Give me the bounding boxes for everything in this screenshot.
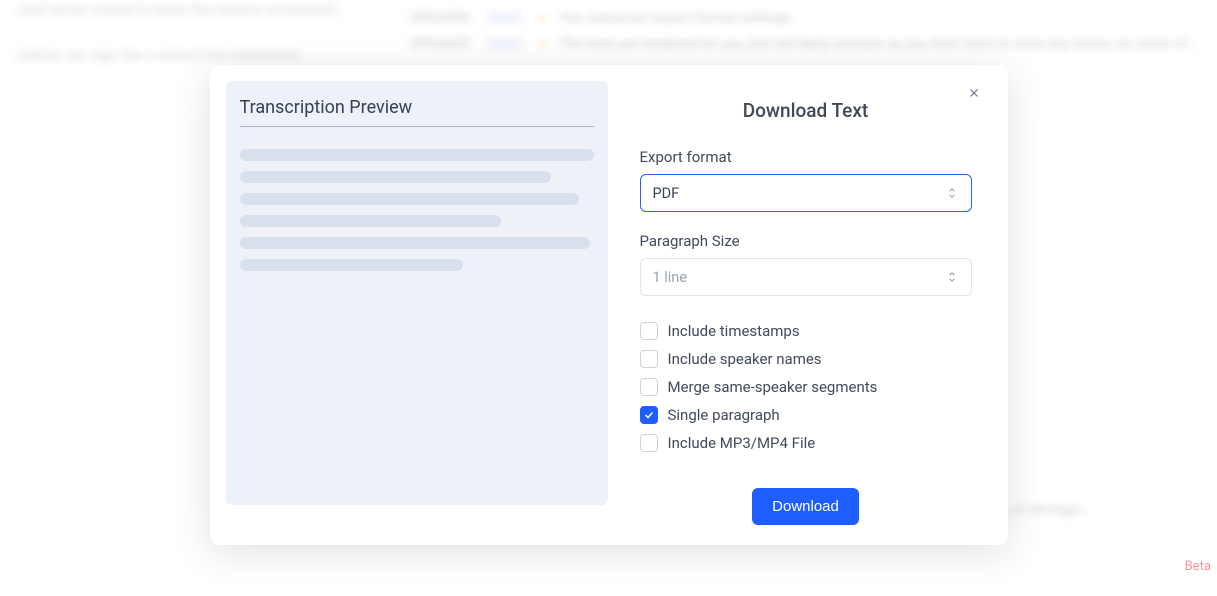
export-format-select[interactable]: PDF — [640, 174, 972, 212]
option-label: Include timestamps — [668, 322, 800, 340]
paragraph-size-select[interactable]: 1 line — [640, 258, 972, 296]
skeleton-line — [240, 237, 590, 249]
export-format-value: PDF — [653, 185, 680, 202]
option-speakers[interactable]: Include speaker names — [640, 350, 972, 368]
option-label: Merge same-speaker segments — [668, 378, 878, 396]
form-panel: Download Text Export format PDF Paragrap… — [608, 81, 992, 529]
option-label: Single paragraph — [668, 406, 780, 424]
skeleton-line — [240, 149, 594, 161]
option-label: Include speaker names — [668, 350, 822, 368]
option-media[interactable]: Include MP3/MP4 File — [640, 434, 972, 452]
chevron-updown-icon — [945, 186, 959, 200]
close-icon — [967, 86, 981, 100]
skeleton-line — [240, 193, 580, 205]
options-list: Include timestamps Include speaker names M… — [640, 322, 972, 452]
checkbox-single[interactable] — [640, 406, 658, 424]
modal-title: Download Text — [640, 99, 972, 122]
option-timestamps[interactable]: Include timestamps — [640, 322, 972, 340]
skeleton-line — [240, 215, 502, 227]
option-merge[interactable]: Merge same-speaker segments — [640, 378, 972, 396]
download-button[interactable]: Download — [752, 488, 859, 525]
modal-overlay: Transcription Preview Download Text Expo… — [0, 0, 1217, 596]
check-icon — [643, 409, 655, 421]
export-format-label: Export format — [640, 148, 972, 166]
option-label: Include MP3/MP4 File — [668, 434, 816, 452]
checkbox-speakers[interactable] — [640, 350, 658, 368]
option-single[interactable]: Single paragraph — [640, 406, 972, 424]
preview-title: Transcription Preview — [240, 97, 594, 127]
skeleton-line — [240, 171, 552, 183]
paragraph-size-label: Paragraph Size — [640, 232, 972, 250]
checkbox-merge[interactable] — [640, 378, 658, 396]
paragraph-size-value: 1 line — [653, 269, 688, 286]
download-modal: Transcription Preview Download Text Expo… — [210, 65, 1008, 545]
checkbox-media[interactable] — [640, 434, 658, 452]
preview-panel: Transcription Preview — [226, 81, 608, 505]
checkbox-timestamps[interactable] — [640, 322, 658, 340]
close-button[interactable] — [964, 83, 984, 103]
chevron-updown-icon — [945, 270, 959, 284]
skeleton-line — [240, 259, 463, 271]
